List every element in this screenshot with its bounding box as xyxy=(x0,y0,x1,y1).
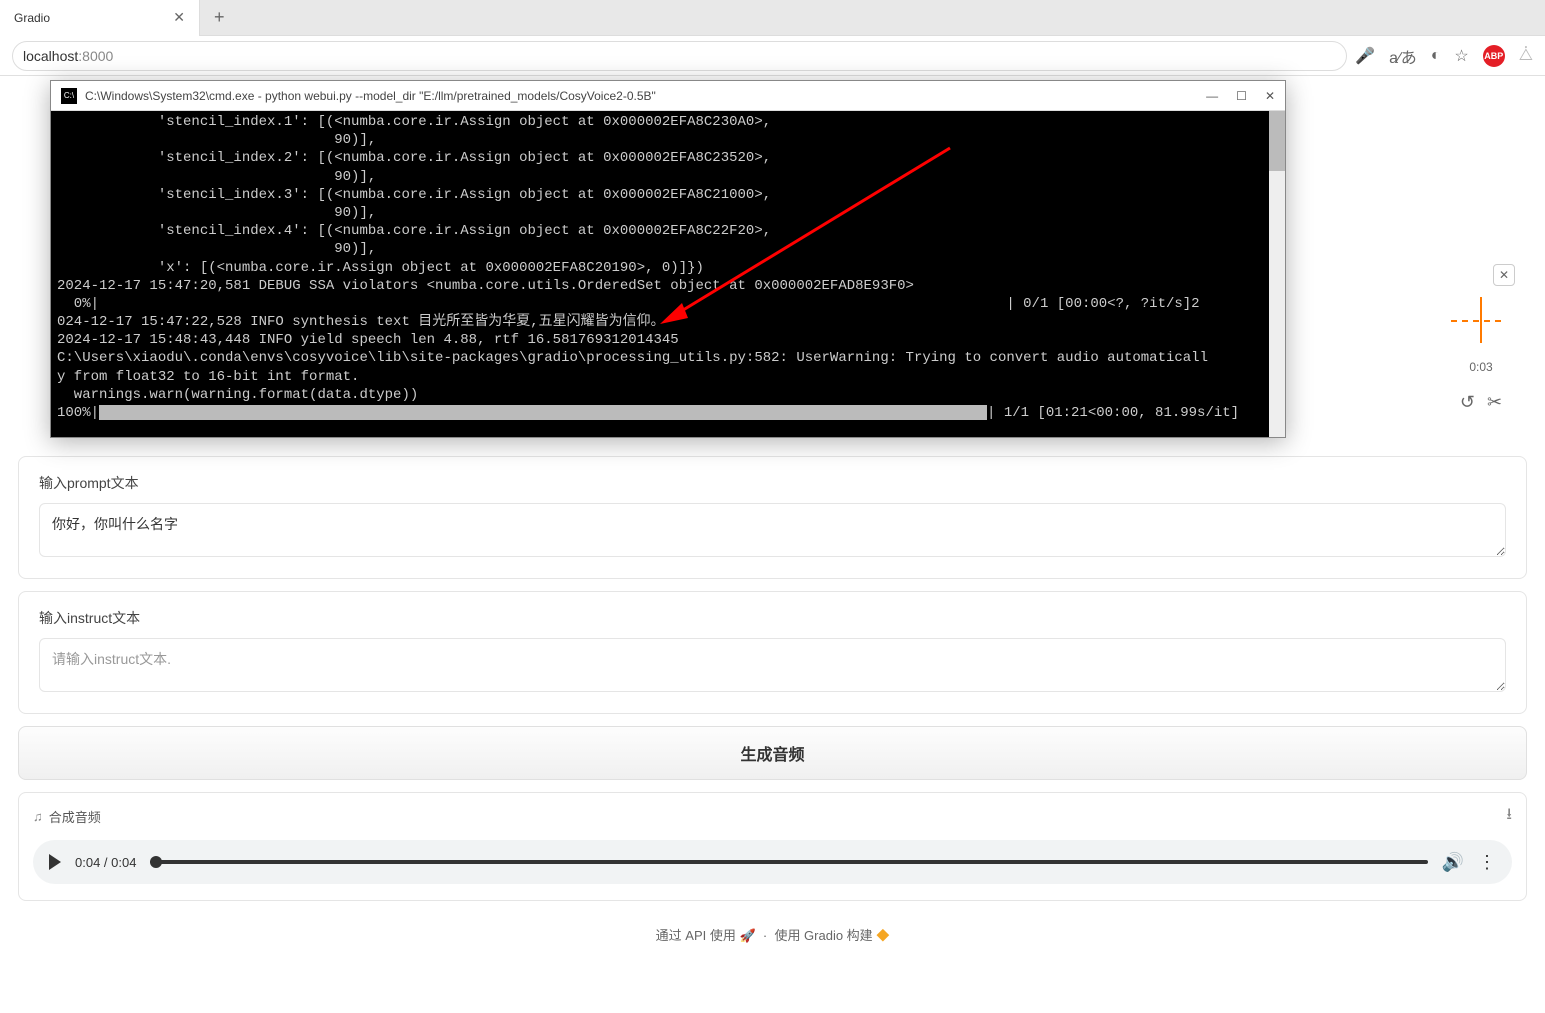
close-window-icon[interactable]: ✕ xyxy=(1265,89,1275,103)
audio-player: 0:04 / 0:04 🔊 ⋮ xyxy=(33,840,1512,884)
volume-icon[interactable]: 🔊 xyxy=(1442,852,1464,873)
mic-icon[interactable]: 🎤 xyxy=(1355,46,1375,66)
progress-bar xyxy=(99,405,987,420)
favorite-icon[interactable]: ☆ xyxy=(1454,46,1468,66)
output-audio-card: ♫ 合成音频 ⭳ 0:04 / 0:04 🔊 ⋮ xyxy=(18,792,1527,901)
trim-icon[interactable]: ✂ xyxy=(1487,392,1502,413)
tab-title: Gradio xyxy=(14,11,50,25)
generate-audio-button[interactable]: 生成音频 xyxy=(18,726,1527,780)
tab-close-icon[interactable]: ✕ xyxy=(173,9,185,26)
address-bar: localhost:8000 🎤 a⁄あ ◐ ☆ ABP ⧊ xyxy=(0,36,1545,76)
output-audio-label: 合成音频 xyxy=(49,807,101,826)
new-tab-button[interactable]: + xyxy=(200,7,239,28)
browser-tab[interactable]: Gradio ✕ xyxy=(0,0,200,36)
address-bar-actions: 🎤 a⁄あ ◐ ☆ ABP ⧊ xyxy=(1355,44,1533,68)
waveform-baseline xyxy=(1451,320,1501,322)
gradio-link[interactable]: 使用 Gradio 构建 ◆ xyxy=(774,928,889,943)
audio-time: 0:04 / 0:04 xyxy=(75,855,136,870)
close-icon[interactable]: ✕ xyxy=(1493,264,1515,286)
instruct-card: 输入instruct文本 xyxy=(18,591,1527,714)
maximize-icon[interactable]: ☐ xyxy=(1236,89,1247,103)
cmd-icon: C:\ xyxy=(61,88,77,104)
seek-bar[interactable] xyxy=(150,860,1427,864)
translate-icon[interactable]: a⁄あ xyxy=(1389,44,1417,68)
gradio-logo-icon: ◆ xyxy=(876,928,889,943)
rocket-icon: 🚀 xyxy=(739,928,755,943)
undo-icon[interactable]: ↺ xyxy=(1460,392,1475,413)
minimize-icon[interactable]: — xyxy=(1206,89,1218,103)
url-port: :8000 xyxy=(78,48,113,64)
music-note-icon: ♫ xyxy=(33,809,43,824)
abp-extension-icon[interactable]: ABP xyxy=(1483,45,1505,67)
prompt-card: 输入prompt文本 xyxy=(18,456,1527,579)
edge-icon[interactable]: ◐ xyxy=(1431,47,1441,65)
more-options-icon[interactable]: ⋮ xyxy=(1478,852,1496,873)
progress-prefix: 100%| xyxy=(57,405,99,421)
url-host: localhost xyxy=(23,48,78,64)
download-icon[interactable]: ⭳ xyxy=(1506,803,1512,830)
terminal-scrollbar[interactable] xyxy=(1269,111,1285,437)
url-input[interactable]: localhost:8000 xyxy=(12,41,1347,71)
gradio-footer: 通过 API 使用 🚀 · 使用 Gradio 构建 ◆ xyxy=(18,919,1527,950)
cmd-terminal-window: C:\ C:\Windows\System32\cmd.exe - python… xyxy=(50,80,1286,438)
terminal-title: C:\Windows\System32\cmd.exe - python web… xyxy=(85,89,656,103)
audio-preview-panel: ✕ 0:03 ↺ ✂ xyxy=(1451,264,1511,413)
prompt-input[interactable] xyxy=(39,503,1506,557)
api-link[interactable]: 通过 API 使用 🚀 xyxy=(656,928,756,943)
prompt-label: 输入prompt文本 xyxy=(39,473,1506,493)
terminal-body[interactable]: 'stencil_index.1': [(<numba.core.ir.Assi… xyxy=(51,111,1285,437)
preview-duration: 0:03 xyxy=(1451,360,1511,374)
instruct-input[interactable] xyxy=(39,638,1506,692)
terminal-titlebar[interactable]: C:\ C:\Windows\System32\cmd.exe - python… xyxy=(51,81,1285,111)
progress-suffix: | 1/1 [01:21<00:00, 81.99s/it] xyxy=(987,405,1239,421)
browser-tab-strip: Gradio ✕ + xyxy=(0,0,1545,36)
extension-icon[interactable]: ⧊ xyxy=(1519,47,1533,65)
play-button[interactable] xyxy=(49,854,61,870)
instruct-label: 输入instruct文本 xyxy=(39,608,1506,628)
